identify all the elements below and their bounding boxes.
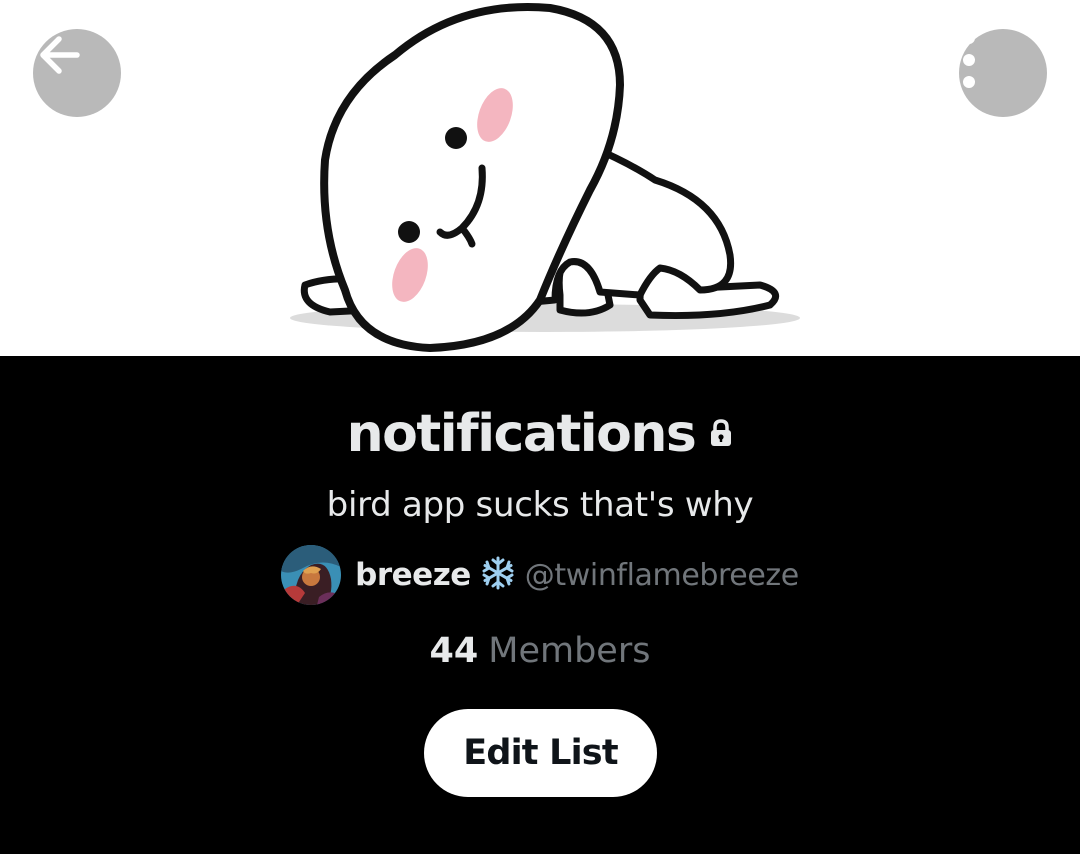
list-title: notifications <box>346 404 697 464</box>
owner-avatar[interactable] <box>281 545 342 605</box>
list-banner <box>0 0 1080 356</box>
snowflake-icon <box>481 556 515 595</box>
list-info: notifications bird app sucks that's why <box>0 356 1080 854</box>
list-title-row: notifications <box>0 404 1080 464</box>
members-label: Members <box>488 631 651 671</box>
more-options-button[interactable] <box>959 29 1047 117</box>
list-owner[interactable]: breeze @twinflamebreeze <box>0 545 1080 605</box>
list-description: bird app sucks that's why <box>326 485 754 525</box>
lock-icon <box>709 418 733 452</box>
members-count: 44 <box>429 631 479 671</box>
members-link[interactable]: 44 Members <box>0 631 1080 671</box>
banner-cartoon-image <box>290 3 800 352</box>
back-button[interactable] <box>33 29 121 117</box>
owner-display-name[interactable]: breeze <box>355 557 471 593</box>
edit-list-button[interactable]: Edit List <box>424 709 657 797</box>
owner-handle[interactable]: @twinflamebreeze <box>525 558 799 593</box>
